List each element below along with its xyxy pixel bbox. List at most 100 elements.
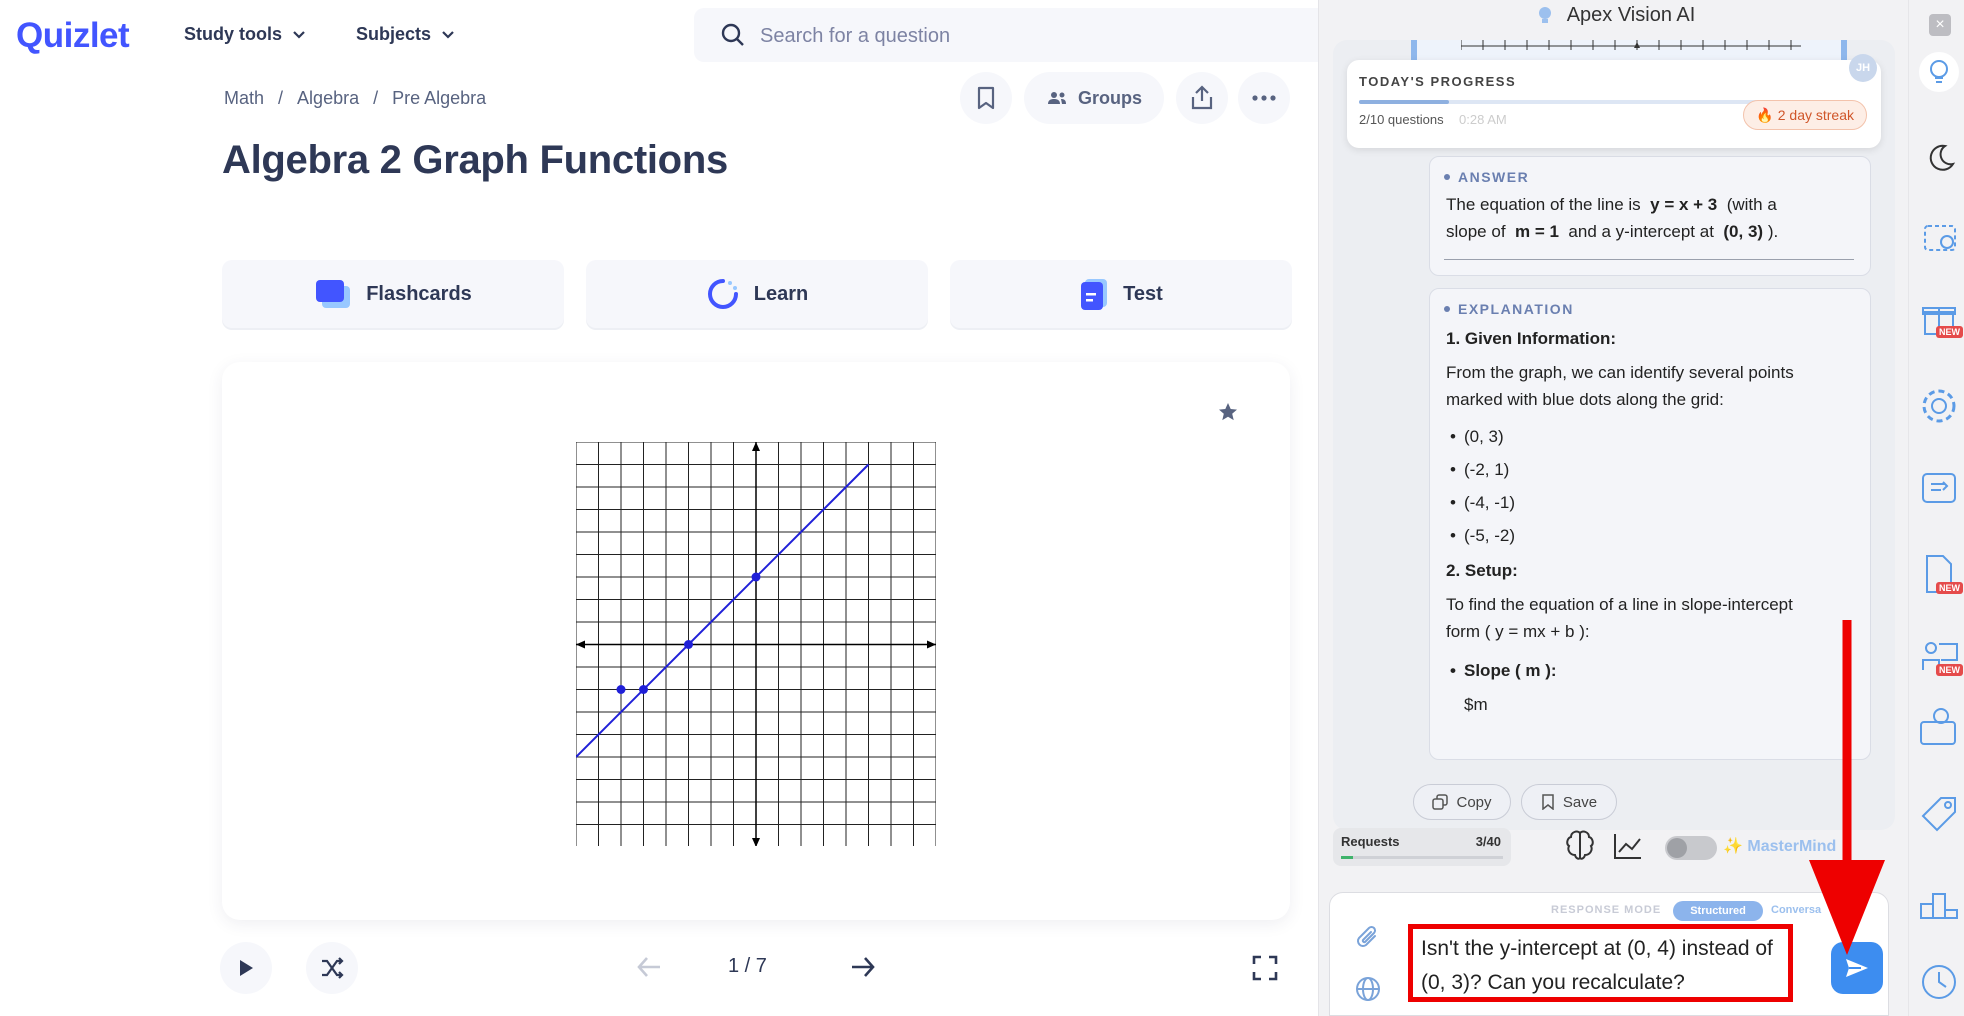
- chevron-down-icon: [442, 30, 454, 39]
- answer-equation: y = x + 3: [1650, 195, 1718, 214]
- divider: [1444, 259, 1854, 260]
- slope-bullet: Slope ( m ):: [1450, 661, 1556, 681]
- graph-point: [684, 640, 693, 649]
- test-button[interactable]: Test: [950, 260, 1292, 328]
- brain-icon[interactable]: [1565, 830, 1595, 862]
- quizlet-logo[interactable]: Quizlet: [16, 16, 130, 56]
- fullscreen-icon[interactable]: [1252, 955, 1278, 981]
- requests-meter: Requests 3/40: [1333, 828, 1511, 866]
- play-button[interactable]: [220, 942, 272, 994]
- globe-icon[interactable]: [1355, 976, 1381, 1002]
- requests-bar: [1341, 856, 1503, 859]
- save-button[interactable]: Save: [1521, 784, 1617, 820]
- given-text: From the graph, we can identify several …: [1446, 363, 1794, 409]
- subjects-menu[interactable]: Subjects: [356, 24, 455, 45]
- answer-intercept: (0, 3): [1723, 222, 1764, 241]
- structured-mode-button[interactable]: Structured: [1673, 901, 1763, 921]
- red-arrow-annotation: [1809, 620, 1885, 955]
- send-icon: [1846, 959, 1868, 977]
- shuffle-icon: [322, 957, 344, 979]
- flashcards-button[interactable]: Flashcards: [222, 260, 564, 328]
- explanation-section: EXPLANATION 1. Given Information: From t…: [1429, 288, 1871, 760]
- progress-bar: [1359, 100, 1809, 104]
- page-title: Algebra 2 Graph Functions: [222, 138, 728, 182]
- groups-label: Groups: [1077, 87, 1142, 108]
- next-arrow-icon[interactable]: [850, 955, 876, 979]
- subjects-label: Subjects: [356, 24, 432, 44]
- x-axis-arrow: [576, 640, 585, 649]
- flashcard[interactable]: [222, 362, 1290, 920]
- bookmark-button[interactable]: [960, 72, 1012, 124]
- new-badge: NEW: [1936, 582, 1963, 594]
- progress-questions: 2/10 questions: [1359, 112, 1444, 127]
- previous-arrow-icon[interactable]: [636, 955, 662, 979]
- requests-count: 3/40: [1475, 834, 1501, 849]
- copy-button[interactable]: Copy: [1413, 784, 1511, 820]
- number-line: [1461, 40, 1801, 50]
- paperclip-icon[interactable]: [1355, 924, 1381, 952]
- lightbulb-icon: [1538, 7, 1551, 23]
- leaderboard-icon[interactable]: [1917, 880, 1961, 924]
- study-tools-menu[interactable]: Study tools: [184, 24, 306, 45]
- breadcrumb: Math / Algebra / Pre Algebra: [224, 88, 486, 109]
- study-tools-label: Study tools: [184, 24, 282, 44]
- requests-label: Requests: [1341, 834, 1400, 849]
- point-list-item: (-4, -1): [1450, 493, 1515, 513]
- graph-point: [639, 685, 648, 694]
- play-icon: [240, 960, 253, 976]
- new-badge: NEW: [1936, 326, 1963, 338]
- test-icon: [1081, 279, 1108, 310]
- chart-icon[interactable]: [1613, 832, 1643, 860]
- progress-fill: [1359, 100, 1449, 104]
- breadcrumb-math[interactable]: Math: [224, 88, 264, 109]
- close-icon[interactable]: ×: [1929, 14, 1951, 36]
- layout-icon[interactable]: [1917, 466, 1961, 510]
- more-options-button[interactable]: [1238, 72, 1290, 124]
- message-input[interactable]: Isn't the y-intercept at (0, 4) instead …: [1408, 924, 1793, 1002]
- teacher-icon-wrapper[interactable]: NEW: [1917, 634, 1963, 678]
- search-icon: [721, 23, 744, 46]
- share-icon: [1191, 85, 1213, 110]
- setup-title: 2. Setup:: [1446, 561, 1518, 580]
- quizlet-page: Quizlet Study tools Subjects Search for …: [0, 0, 1334, 1016]
- search-input[interactable]: Search for a question: [694, 8, 1334, 62]
- card-counter: 1 / 7: [728, 955, 767, 977]
- groups-button[interactable]: Groups: [1024, 72, 1164, 124]
- star-icon[interactable]: [1218, 402, 1238, 422]
- mastermind-toggle[interactable]: [1665, 836, 1717, 860]
- breadcrumb-algebra[interactable]: Algebra: [297, 88, 359, 109]
- learn-button[interactable]: Learn: [586, 260, 928, 328]
- gift-icon-wrapper[interactable]: NEW: [1917, 296, 1963, 340]
- share-button[interactable]: [1176, 72, 1228, 124]
- screenshot-icon[interactable]: [1917, 216, 1961, 260]
- gear-icon[interactable]: [1917, 384, 1961, 428]
- avatar[interactable]: JH: [1849, 54, 1877, 82]
- history-icon[interactable]: [1917, 960, 1961, 1004]
- function-line: [576, 463, 870, 758]
- given-title: 1. Given Information:: [1446, 329, 1617, 348]
- progress-time: 0:28 AM: [1459, 112, 1507, 127]
- x-axis-arrow: [927, 640, 936, 649]
- answer-slope: m = 1: [1515, 222, 1559, 241]
- toggle-knob: [1667, 838, 1687, 858]
- answer-section: ANSWER The equation of the line is y = x…: [1429, 156, 1871, 276]
- learn-label: Learn: [753, 282, 809, 305]
- answer-text: The equation of the line is y = x + 3 (w…: [1446, 195, 1779, 241]
- test-label: Test: [1123, 282, 1163, 305]
- tag-icon[interactable]: [1917, 792, 1961, 836]
- document-icon-wrapper[interactable]: NEW: [1917, 552, 1963, 596]
- lightbulb-icon[interactable]: [1917, 50, 1961, 94]
- shuffle-button[interactable]: [306, 942, 358, 994]
- setup-text: To find the equation of a line in slope-…: [1446, 595, 1793, 641]
- breadcrumb-separator: /: [278, 88, 284, 108]
- idea-board-icon[interactable]: [1917, 704, 1961, 748]
- copy-icon: [1432, 794, 1449, 810]
- breadcrumb-separator: /: [373, 88, 379, 108]
- breadcrumb-pre-algebra[interactable]: Pre Algebra: [392, 88, 486, 109]
- moon-icon[interactable]: [1917, 136, 1961, 180]
- panel-title: Apex Vision AI: [1566, 3, 1696, 26]
- progress-label: TODAY'S PROGRESS: [1359, 74, 1517, 89]
- graph-point: [616, 685, 626, 694]
- graph-point: [751, 572, 761, 582]
- todays-progress-card: TODAY'S PROGRESS 2/10 questions 0:28 AM …: [1347, 54, 1881, 148]
